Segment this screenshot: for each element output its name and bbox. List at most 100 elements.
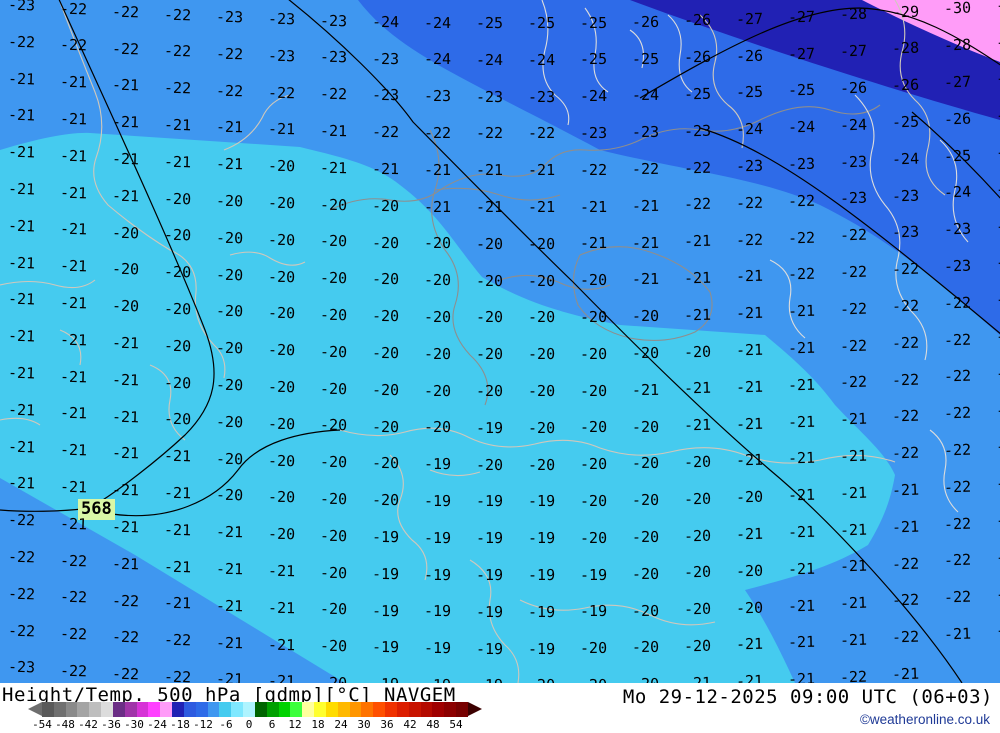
temp-value: -22 <box>995 547 1000 567</box>
temp-value: -21 <box>891 480 920 500</box>
temp-value: -19 <box>423 455 452 474</box>
temp-value: -24 <box>891 149 920 169</box>
legend-segment <box>337 702 350 717</box>
temp-value: -21 <box>7 363 36 383</box>
temp-value: -19 <box>475 418 504 437</box>
temp-value: -20 <box>423 234 452 253</box>
temp-value: -20 <box>267 230 296 250</box>
temp-value: -22 <box>7 510 36 530</box>
temp-value: -19 <box>423 491 452 511</box>
temp-value: -28 <box>995 68 1000 88</box>
temp-value: -21 <box>527 161 556 180</box>
temp-value: -21 <box>7 216 36 236</box>
scale-arrow-right-icon <box>468 702 482 716</box>
temp-value: -27 <box>735 9 764 29</box>
temp-value: -20 <box>631 306 660 326</box>
temp-value: -21 <box>111 554 140 574</box>
legend-segment <box>42 702 54 717</box>
temp-value: -20 <box>683 636 712 656</box>
temp-value: -21 <box>683 379 712 398</box>
temp-value: -20 <box>111 223 140 243</box>
temp-value: -20 <box>319 269 348 288</box>
temp-value: -21 <box>735 414 764 433</box>
temp-value: -22 <box>59 587 88 607</box>
temp-value: -21 <box>839 409 868 429</box>
temp-value: -22 <box>59 661 88 681</box>
temp-value: -21 <box>423 160 452 179</box>
temp-value: -19 <box>423 528 452 547</box>
temp-value: -20 <box>319 416 348 435</box>
temp-value: -22 <box>371 123 400 142</box>
temp-value: -20 <box>215 486 244 505</box>
temp-value: -20 <box>579 455 608 474</box>
temp-value: -29 <box>995 32 1000 52</box>
temp-value: -21 <box>735 304 764 323</box>
temp-value: -20 <box>215 228 244 248</box>
legend-segment <box>65 702 78 717</box>
temp-value: -22 <box>839 667 868 683</box>
temp-value: -20 <box>475 455 504 474</box>
temp-value: -22 <box>995 436 1000 456</box>
temp-value: -20 <box>163 336 192 356</box>
temp-value: -21 <box>839 483 868 503</box>
temp-value: -20 <box>631 601 660 620</box>
temp-value: -28 <box>943 35 972 55</box>
temp-value: -21 <box>59 256 88 276</box>
temp-value: -22 <box>891 407 920 426</box>
temp-value: -21 <box>111 186 140 206</box>
temp-value: -20 <box>579 528 608 547</box>
temp-value: -22 <box>163 5 192 25</box>
legend-segment <box>219 702 232 717</box>
temp-value: -21 <box>267 672 296 683</box>
temp-value: -21 <box>839 520 868 540</box>
temp-value: -20 <box>683 600 712 619</box>
legend-segment <box>124 702 137 717</box>
temp-value: -22 <box>7 584 36 604</box>
temp-value: -26 <box>891 75 920 95</box>
copyright-link[interactable]: ©weatheronline.co.uk <box>860 712 990 727</box>
temp-value: -21 <box>7 69 36 89</box>
temp-value: -22 <box>891 259 920 279</box>
temp-value: -20 <box>423 418 452 437</box>
temp-value: -21 <box>839 593 868 613</box>
legend-segment <box>101 702 113 717</box>
temp-value: -20 <box>527 381 556 400</box>
temp-value: -26 <box>839 78 868 98</box>
footer-bar: Height/Temp. 500 hPa [gdmp][°C] NAVGEM M… <box>0 683 1000 733</box>
legend-segment <box>396 702 409 717</box>
temp-value: -24 <box>787 117 816 137</box>
temp-value: -22 <box>475 124 504 143</box>
temp-value: -23 <box>631 122 660 142</box>
temp-value: -28 <box>839 5 868 24</box>
temp-value: -25 <box>787 81 816 100</box>
temp-value: -26 <box>995 142 1000 162</box>
temp-value: -21 <box>787 412 816 431</box>
temp-value: -22 <box>995 473 1000 493</box>
temp-value: -22 <box>683 195 712 214</box>
legend-segment <box>77 702 90 717</box>
temp-value: -20 <box>579 307 608 327</box>
temp-value: -21 <box>631 233 660 252</box>
temp-value: -22 <box>943 293 972 313</box>
legend-segment <box>432 702 445 717</box>
temp-value: -21 <box>735 635 764 654</box>
temp-value: -20 <box>631 527 660 547</box>
temp-value: -20 <box>527 418 556 437</box>
temp-value: -21 <box>7 179 36 199</box>
temp-value: -21 <box>423 197 452 216</box>
temp-value: -20 <box>371 454 400 473</box>
temp-value: -21 <box>163 152 192 172</box>
temp-value: -19 <box>527 602 556 621</box>
temp-value: -20 <box>631 564 660 583</box>
temp-value: -19 <box>527 529 556 548</box>
temp-value: -22 <box>111 39 140 59</box>
temp-value: -22 <box>683 158 712 177</box>
weather-map-page: 568 -23 -22 -22 -22 -23 -23 -23 -24 -24 -25 -25 -25… <box>0 0 1000 733</box>
legend-segment <box>231 702 244 717</box>
temp-value: -19 <box>527 565 556 584</box>
temp-value: -22 <box>787 265 816 284</box>
temp-value: -22 <box>943 330 972 350</box>
temp-value: -21 <box>683 232 712 251</box>
temp-value: -21 <box>943 624 972 644</box>
temp-value: -20 <box>579 418 608 437</box>
